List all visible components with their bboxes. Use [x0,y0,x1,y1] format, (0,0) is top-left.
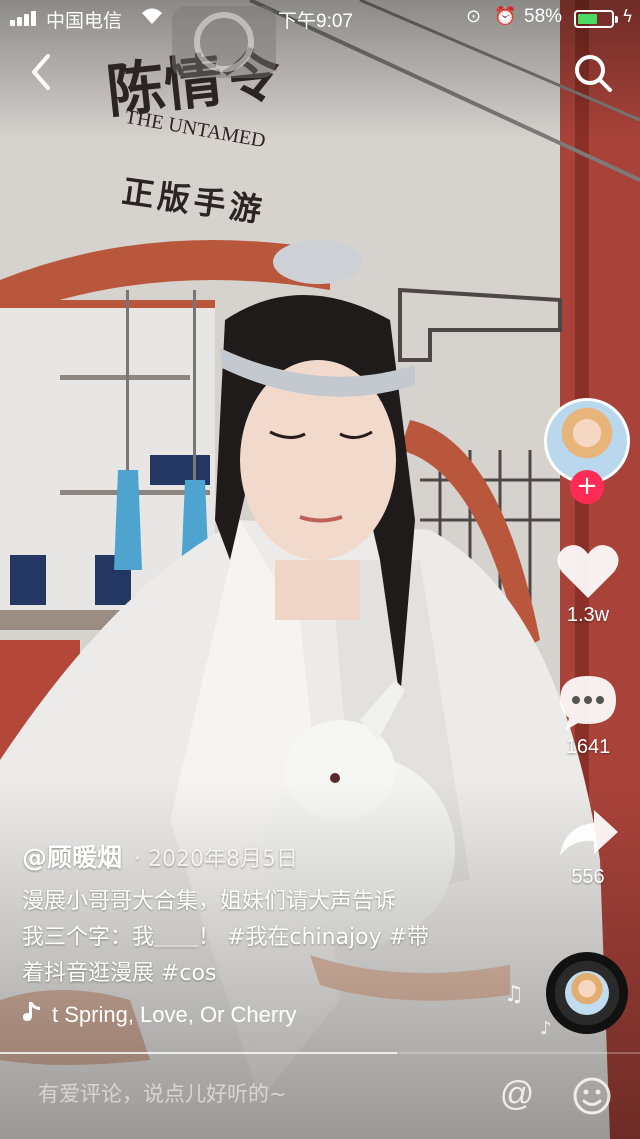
assistive-touch-button[interactable] [172,6,276,78]
game-logo-tagline: 正版手游 [119,172,268,230]
music-cover [565,971,609,1015]
comment-icon [560,676,616,730]
share-count: 556 [571,866,605,888]
emoji-icon [573,1077,611,1115]
music-title: t Spring, Love, Or Cherry [52,1002,297,1027]
comment-bar: @ [0,1058,640,1139]
share-button[interactable]: 556 [548,806,628,889]
like-count: 1.3w [566,604,610,626]
music-disc[interactable] [546,952,628,1034]
comment-count: 1641 [565,736,611,758]
floating-note-icon: ♪ [540,1018,552,1039]
comment-input[interactable] [38,1082,478,1106]
status-bar: 中国电信 下午9:07 ⊙ ⏰ 58% ϟ [0,0,640,36]
music-info[interactable]: t Spring, Love, Or Cherry [22,1000,382,1034]
heart-icon [557,545,619,598]
orientation-lock-icon: ⊙ [466,6,482,27]
battery-percent: 58% [524,6,563,27]
signal-icon [10,10,40,26]
comment-button[interactable]: 1641 [548,672,628,759]
like-button[interactable]: 1.3w [548,542,628,627]
back-icon [32,54,50,90]
author-avatar-group: + [542,398,634,508]
charging-icon: ϟ [622,7,634,27]
mention-button[interactable]: @ [496,1074,538,1116]
carrier-label: 中国电信 [46,11,123,32]
author-name[interactable]: @顾暖烟 [22,843,122,872]
post-caption[interactable]: 漫展小哥哥大合集，姐妹们请大声告诉 我三个字：我＿＿！ #我在chinajoy … [22,884,452,992]
back-button[interactable] [22,50,62,94]
alarm-icon: ⏰ [494,6,517,27]
emoji-button[interactable] [572,1076,612,1116]
search-icon [575,55,612,92]
share-icon [560,810,618,856]
wifi-icon [140,6,164,31]
caption-line: 我三个字：我＿＿！ #我在chinajoy #带 [22,925,430,950]
music-note-icon [22,1000,44,1028]
caption-line: 漫展小哥哥大合集，姐妹们请大声告诉 [22,889,397,914]
follow-button[interactable]: + [570,470,604,504]
post-date: · 2020年8月5日 [134,847,298,872]
plus-icon: + [576,471,598,501]
search-button[interactable] [570,50,616,96]
caption-line: 着抖音逛漫展 #cos [22,961,217,986]
floating-note-icon: ♫ [504,982,524,1007]
status-time: 下午9:07 [278,11,353,32]
battery-icon [574,10,618,28]
video-progress[interactable] [0,1052,640,1054]
author-info: @顾暖烟 · 2020年8月5日 [22,838,298,874]
